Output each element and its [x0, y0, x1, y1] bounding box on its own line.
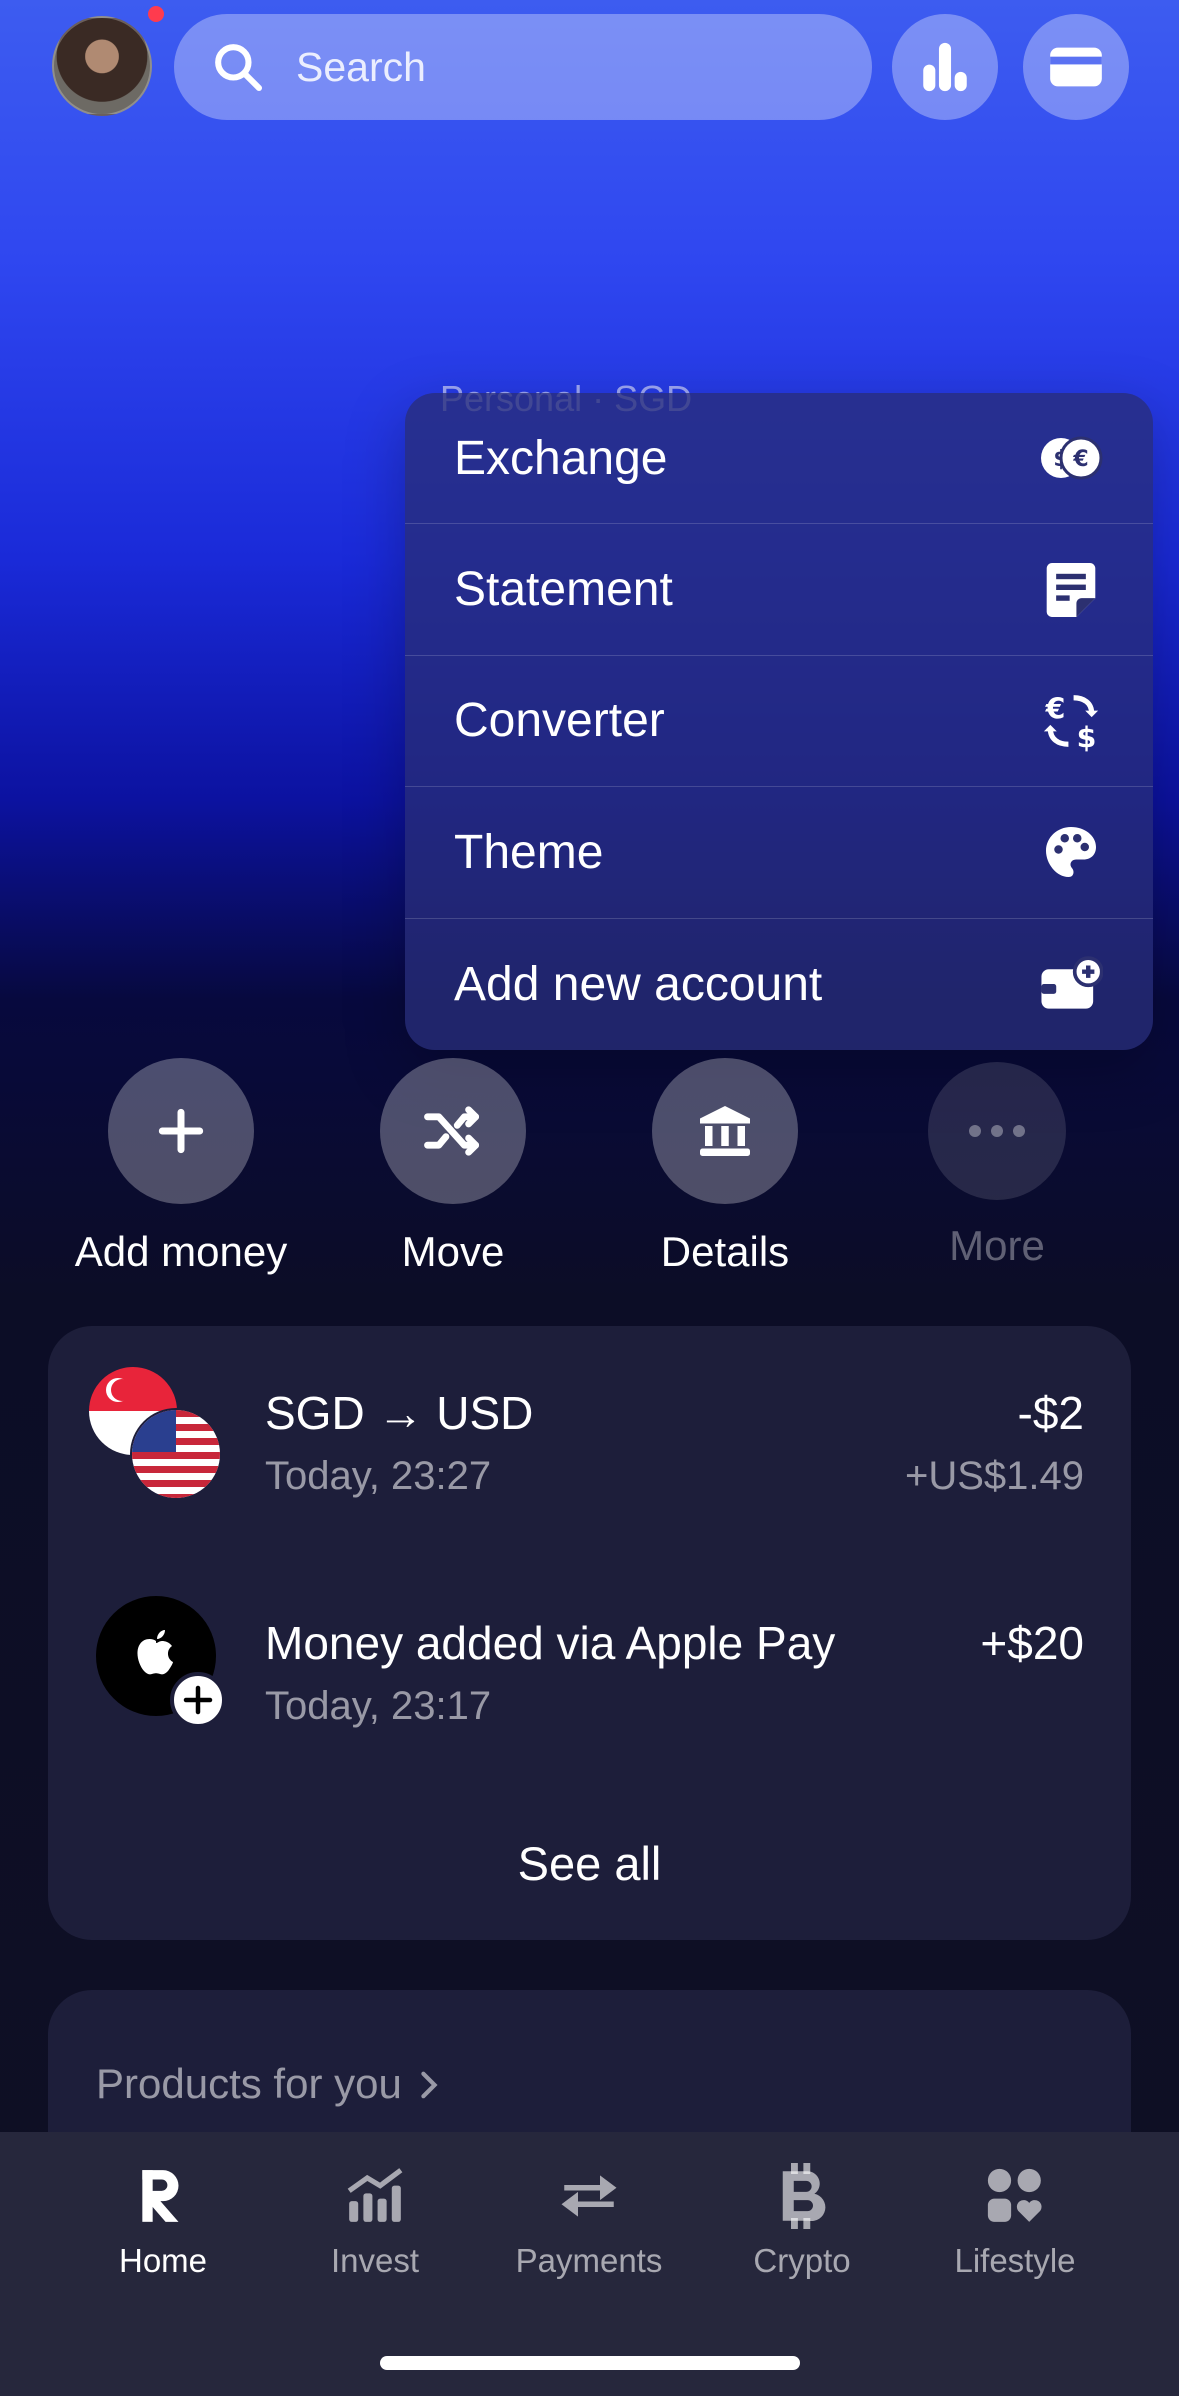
tab-label: Payments	[515, 2242, 663, 2279]
card-icon	[1050, 47, 1102, 87]
search-placeholder: Search	[296, 43, 426, 90]
tab-crypto[interactable]: Crypto	[702, 2156, 902, 2280]
notification-dot	[148, 6, 164, 22]
move-button[interactable]	[380, 1058, 526, 1204]
products-label: Products for you	[96, 2060, 402, 2107]
more-label: More	[949, 1222, 1045, 1269]
menu-item-add-account[interactable]: Add new account	[405, 919, 1153, 1050]
add-money-action[interactable]: Add money	[61, 1058, 301, 1276]
revolut-logo-icon	[142, 2170, 179, 2222]
transaction-time: Today, 23:27	[265, 1454, 492, 1498]
transaction-row[interactable]: Money added via Apple Pay Today, 23:17 +…	[48, 1596, 1131, 1756]
bank-icon	[700, 1106, 750, 1156]
chevron-right-icon	[421, 2071, 438, 2099]
bar-chart-icon	[923, 42, 967, 92]
add-money-button[interactable]	[108, 1058, 254, 1204]
details-label: Details	[660, 1228, 790, 1275]
tab-home[interactable]: Home	[63, 2156, 263, 2280]
menu-item-label: Add new account	[454, 957, 823, 1011]
details-action[interactable]: Details	[605, 1058, 845, 1276]
transaction-title: SGD → USD	[265, 1387, 534, 1439]
svg-text:€: €	[1045, 692, 1066, 725]
add-account-icon	[1039, 952, 1103, 1016]
menu-item-exchange[interactable]: Exchange $ €	[405, 393, 1153, 525]
tab-lifestyle[interactable]: Lifestyle	[915, 2156, 1115, 2280]
tab-label: Invest	[330, 2242, 420, 2279]
menu-item-theme[interactable]: Theme	[405, 787, 1153, 919]
add-money-label: Add money	[74, 1228, 288, 1275]
invest-chart-icon	[347, 2168, 403, 2222]
menu-item-label: Converter	[454, 694, 665, 748]
details-button[interactable]	[652, 1058, 798, 1204]
menu-item-statement[interactable]: Statement	[405, 524, 1153, 656]
more-menu: Exchange $ € Statement Converter € $	[405, 393, 1153, 1050]
menu-item-label: Theme	[454, 825, 604, 879]
move-label: Move	[401, 1228, 505, 1275]
sg-us-flags-icon	[89, 1367, 222, 1500]
more-icon	[969, 1125, 1025, 1137]
profile-avatar[interactable]	[52, 16, 152, 116]
exchange-icon: $ €	[1039, 426, 1103, 490]
statement-icon	[1039, 558, 1103, 622]
shuffle-icon	[424, 1106, 480, 1156]
transaction-amount: +$20	[980, 1617, 1084, 1669]
more-button[interactable]	[928, 1062, 1066, 1200]
transaction-amount: -$2	[1017, 1387, 1084, 1439]
plus-icon	[158, 1108, 204, 1154]
tab-label: Lifestyle	[954, 2242, 1076, 2279]
svg-text:€: €	[1072, 447, 1088, 472]
apple-pay-icon	[96, 1596, 226, 1728]
search-bar[interactable]: Search	[174, 14, 872, 120]
transaction-row[interactable]: SGD → USD Today, 23:27 -$2 +US$1.49	[48, 1366, 1131, 1526]
converter-icon: € $	[1039, 689, 1103, 753]
menu-item-label: Statement	[454, 563, 673, 617]
bitcoin-icon	[782, 2163, 826, 2229]
transaction-title: Money added via Apple Pay	[265, 1617, 836, 1669]
analytics-button[interactable]	[892, 14, 998, 120]
palette-icon	[1039, 820, 1103, 884]
transaction-amount-secondary: +US$1.49	[904, 1454, 1084, 1498]
see-all-link[interactable]: See all	[48, 1836, 1131, 1891]
transaction-time: Today, 23:17	[265, 1684, 492, 1728]
more-action[interactable]: More	[877, 1058, 1117, 1270]
move-action[interactable]: Move	[333, 1058, 573, 1276]
transactions-card: SGD → USD Today, 23:27 -$2 +US$1.49 Mone…	[48, 1326, 1131, 1940]
tab-label: Crypto	[753, 2242, 851, 2279]
search-icon	[215, 44, 263, 92]
home-indicator	[380, 2356, 800, 2370]
transfer-arrows-icon	[561, 2175, 617, 2217]
tab-label: Home	[118, 2242, 208, 2279]
menu-item-converter[interactable]: Converter € $	[405, 656, 1153, 788]
tab-payments[interactable]: Payments	[489, 2156, 689, 2280]
menu-item-label: Exchange	[454, 431, 668, 485]
tab-invest[interactable]: Invest	[275, 2156, 475, 2280]
svg-text:$: $	[1077, 721, 1097, 752]
lifestyle-icon	[987, 2168, 1042, 2222]
cards-button[interactable]	[1023, 14, 1129, 120]
